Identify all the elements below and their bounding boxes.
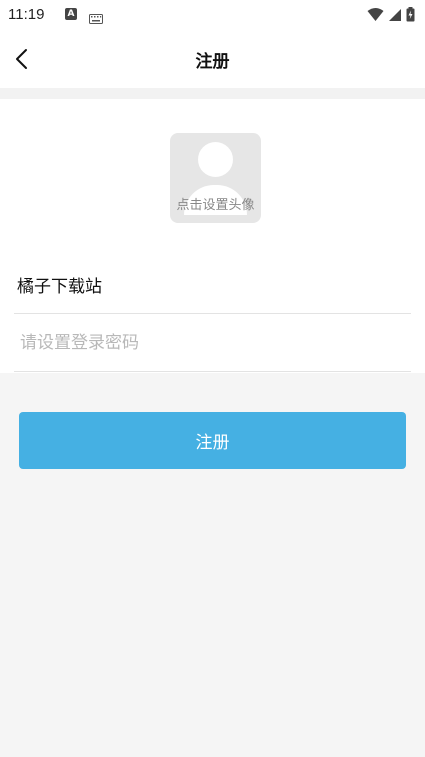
register-button[interactable]: 注册 [19,412,406,469]
nav-bar: 注册 [0,30,425,88]
status-time: 11:19 [8,6,45,23]
username-input[interactable] [14,274,411,295]
status-icons [367,7,415,26]
avatar-upload-button[interactable]: 点击设置头像 [170,133,261,223]
wifi-icon [367,7,384,26]
signal-icon [388,7,402,26]
divider [0,88,425,99]
status-bar: 11:19 A [0,0,425,30]
avatar-label: 点击设置头像 [176,198,255,213]
password-field [14,314,411,372]
register-form: 点击设置头像 [0,99,425,373]
username-field [14,256,411,314]
keyboard-icon [89,9,103,28]
battery-charging-icon [406,7,415,26]
page-title: 注册 [195,52,230,72]
password-input[interactable] [14,332,411,353]
notification-a-icon: A [65,8,77,20]
person-placeholder-icon [198,142,233,177]
